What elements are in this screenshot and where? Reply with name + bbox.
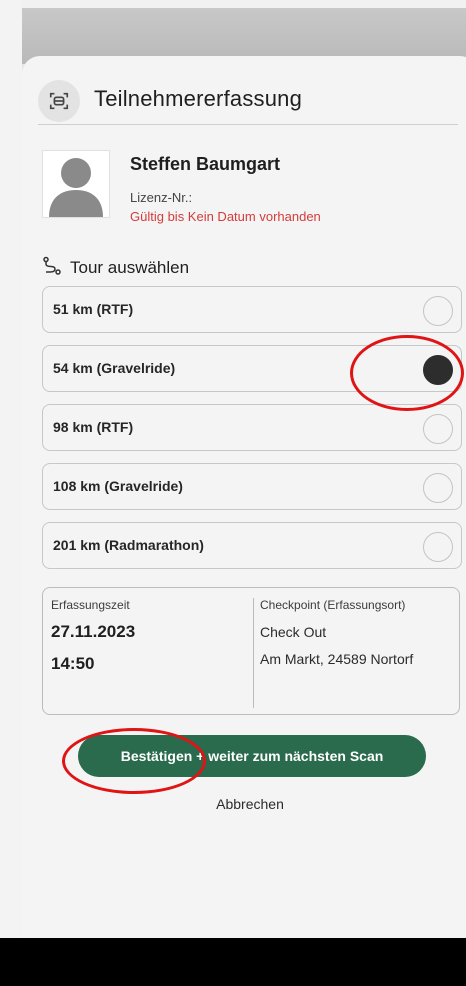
tour-section-title: Tour auswählen — [42, 256, 189, 280]
tour-option[interactable]: 98 km (RTF) — [42, 404, 462, 451]
page-title: Teilnehmererfassung — [94, 86, 303, 111]
scan-icon — [38, 80, 80, 122]
tour-option[interactable]: 51 km (RTF) — [42, 286, 462, 333]
checkpoint-address: Am Markt, 24589 Nortorf — [260, 651, 414, 667]
tour-option[interactable]: 108 km (Gravelride) — [42, 463, 462, 510]
annotation-circle-radio — [350, 335, 464, 411]
route-icon — [42, 256, 62, 281]
radio-button[interactable] — [423, 414, 453, 444]
tour-option-label: 108 km (Gravelride) — [53, 478, 183, 494]
capture-date: 27.11.2023 — [51, 622, 136, 641]
tour-option[interactable]: 201 km (Radmarathon) — [42, 522, 462, 569]
participant-card: Steffen Baumgart Lizenz-Nr.: Gültig bis … — [42, 148, 442, 228]
bottom-bar — [0, 938, 466, 986]
radio-button[interactable] — [423, 296, 453, 326]
avatar — [42, 150, 110, 218]
participant-sheet: Teilnehmererfassung Steffen Baumgart Liz… — [22, 56, 466, 938]
tour-option-label: 98 km (RTF) — [53, 419, 134, 435]
tour-title-label: Tour auswählen — [70, 258, 190, 277]
cancel-button[interactable]: Abbrechen — [22, 796, 466, 812]
license-number: Lizenz-Nr.: — [130, 190, 193, 205]
capture-info-box: Erfassungszeit 27.11.2023 14:50 Checkpoi… — [42, 587, 460, 715]
capture-time-label: Erfassungszeit — [51, 598, 130, 612]
radio-button[interactable] — [423, 532, 453, 562]
annotation-circle-button — [62, 728, 206, 794]
dimmed-background — [22, 0, 466, 64]
radio-button[interactable] — [423, 473, 453, 503]
sheet-header: Teilnehmererfassung — [38, 74, 458, 125]
tour-option-label: 54 km (Gravelride) — [53, 360, 176, 376]
tour-option-label: 51 km (RTF) — [53, 301, 134, 317]
capture-time: 14:50 — [51, 654, 95, 673]
checkpoint-name: Check Out — [260, 624, 327, 640]
checkpoint-label: Checkpoint (Erfassungsort) — [260, 598, 406, 612]
participant-name: Steffen Baumgart — [130, 154, 281, 174]
validity-text: Gültig bis Kein Datum vorhanden — [130, 209, 321, 224]
divider — [253, 598, 254, 708]
background-strip — [0, 0, 22, 986]
tour-option-label: 201 km (Radmarathon) — [53, 537, 204, 553]
